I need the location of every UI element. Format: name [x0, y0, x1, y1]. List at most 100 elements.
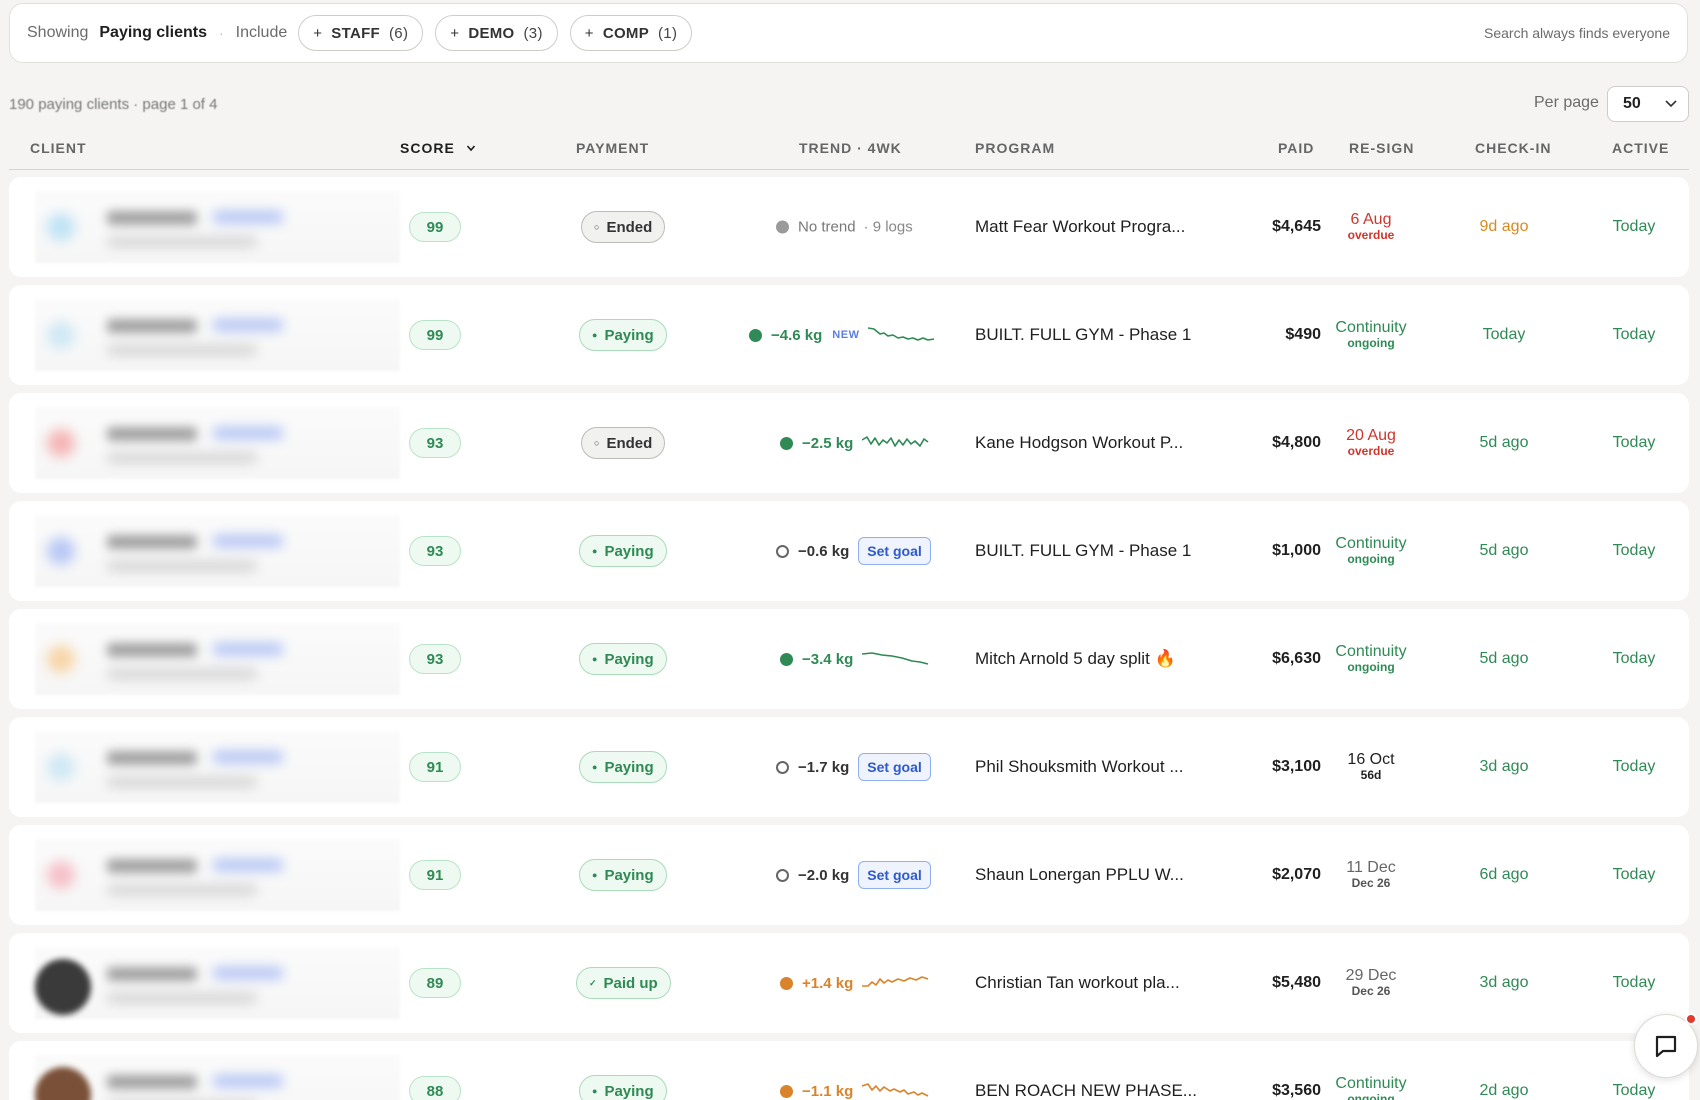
program-name[interactable]: Kane Hodgson Workout P... [975, 433, 1183, 453]
table-row[interactable]: 99 ● Paying −4.6 kg NEW BUILT. FULL GYM - Pha… [9, 285, 1689, 385]
score-badge: 89 [409, 968, 461, 998]
col-checkin[interactable]: CHECK-IN [1475, 140, 1551, 156]
client-cell-redacted[interactable] [35, 515, 400, 587]
col-resign[interactable]: RE-SIGN [1349, 140, 1414, 156]
program-name[interactable]: Phil Shouksmith Workout ... [975, 757, 1184, 777]
set-goal-button[interactable]: Set goal [858, 861, 931, 889]
program-name[interactable]: Mitch Arnold 5 day split 🔥 [975, 649, 1176, 669]
paid-amount: $490 [1285, 326, 1321, 343]
paid-amount: $5,480 [1272, 974, 1321, 991]
table-row[interactable]: 91 ● Paying −2.0 kg Set goal Shaun Lonergan P… [9, 825, 1689, 925]
table-row[interactable]: 88 ● Paying −1.1 kg BEN ROACH NEW PHASE... $3… [9, 1041, 1689, 1100]
trend-value: −3.4 kg [802, 650, 854, 668]
set-goal-button[interactable]: Set goal [858, 753, 931, 781]
per-page-value: 50 [1623, 95, 1641, 112]
payment-status-badge: ● Paying [579, 859, 667, 891]
payment-status-label: Paying [604, 326, 654, 344]
resign-main: 6 Aug [1350, 210, 1392, 228]
weight-trend: −1.1 kg [780, 1082, 930, 1100]
resign-sub: ongoing [1347, 660, 1395, 675]
col-payment[interactable]: PAYMENT [576, 140, 649, 156]
table-row[interactable]: 99 ○ Ended No trend · 9 logs Matt Fear Workou… [9, 177, 1689, 277]
program-name[interactable]: BUILT. FULL GYM - Phase 1 [975, 325, 1191, 345]
col-paid[interactable]: PAID [1278, 140, 1314, 156]
trend-logs: · 9 logs [863, 218, 913, 236]
program-name[interactable]: Matt Fear Workout Progra... [975, 217, 1185, 237]
avatar [47, 321, 75, 349]
client-cell-redacted[interactable] [35, 299, 400, 371]
col-trend[interactable]: TREND · 4WK [799, 140, 902, 156]
avatar [47, 861, 75, 889]
payment-status-badge: ○ Ended [581, 427, 666, 459]
score-badge: 99 [409, 320, 461, 350]
weight-trend: −3.4 kg [780, 650, 930, 668]
status-mark-icon: ● [592, 762, 598, 772]
client-cell-redacted[interactable] [35, 623, 400, 695]
client-cell-redacted[interactable] [35, 407, 400, 479]
resign-sub: 56d [1360, 768, 1382, 783]
payment-status-label: Paid up [603, 974, 658, 992]
paid-amount: $4,800 [1272, 434, 1321, 451]
weight-trend: +1.4 kg [780, 974, 930, 992]
checkin-time: 5d ago [1479, 650, 1529, 667]
col-score[interactable]: SCORE [400, 140, 476, 156]
chat-button[interactable] [1634, 1013, 1698, 1078]
include-demo-chip[interactable]: + DEMO (3) [435, 15, 558, 51]
filter-bar: Showing Paying clients · Include + STAFF… [9, 3, 1688, 63]
program-name[interactable]: BEN ROACH NEW PHASE... [975, 1081, 1197, 1100]
resign-status: 20 Aug overdue [1318, 427, 1424, 459]
table-row[interactable]: 93 ○ Ended −2.5 kg Kane Hodgson Workout P...… [9, 393, 1689, 493]
program-name[interactable]: BUILT. FULL GYM - Phase 1 [975, 541, 1191, 561]
resign-status: Continuity ongoing [1318, 319, 1424, 351]
trend-dot [780, 436, 793, 450]
active-time: Today [1612, 1082, 1656, 1099]
col-program[interactable]: PROGRAM [975, 140, 1055, 156]
paid-amount: $3,100 [1272, 758, 1321, 775]
checkin-time: 5d ago [1479, 434, 1529, 451]
resign-sub: Dec 26 [1351, 876, 1391, 891]
chevron-down-icon [1665, 100, 1677, 108]
new-badge: NEW [832, 329, 860, 341]
weight-trend: −2.0 kg Set goal [776, 861, 931, 889]
include-staff-chip[interactable]: + STAFF (6) [298, 15, 424, 51]
include-comp-chip[interactable]: + COMP (1) [569, 15, 693, 51]
resign-status: Continuity ongoing [1318, 643, 1424, 675]
table-row[interactable]: 93 ● Paying −3.4 kg Mitch Arnold 5 day split… [9, 609, 1689, 709]
avatar [47, 645, 75, 673]
client-cell-redacted[interactable] [35, 191, 400, 263]
table-row[interactable]: 89 ✓ Paid up +1.4 kg Christian Tan workout p… [9, 933, 1689, 1033]
redacted-text [107, 751, 197, 765]
checkin-time: 6d ago [1479, 866, 1529, 883]
resign-main: 11 Dec [1346, 858, 1396, 876]
score-badge: 93 [409, 644, 461, 674]
program-name[interactable]: Shaun Lonergan PPLU W... [975, 865, 1184, 885]
client-cell-redacted[interactable] [35, 1055, 400, 1100]
redacted-text [107, 669, 257, 679]
redacted-text [213, 859, 283, 871]
status-mark-icon: ● [592, 1086, 598, 1096]
table-row[interactable]: 93 ● Paying −0.6 kg Set goal BUILT. FULL GYM … [9, 501, 1689, 601]
col-active[interactable]: ACTIVE [1612, 140, 1669, 156]
trend-value: +1.4 kg [802, 974, 854, 992]
status-mark-icon: ● [592, 330, 598, 340]
per-page-select[interactable]: 50 [1607, 86, 1689, 122]
client-cell-redacted[interactable] [35, 731, 400, 803]
resign-sub: ongoing [1347, 336, 1395, 351]
weight-trend: −0.6 kg Set goal [776, 537, 931, 565]
redacted-text [107, 777, 257, 787]
program-name[interactable]: Christian Tan workout pla... [975, 973, 1180, 993]
sparkline [862, 976, 929, 987]
checkin-time: 5d ago [1479, 542, 1529, 559]
active-time: Today [1612, 326, 1656, 343]
col-client[interactable]: CLIENT [30, 140, 87, 156]
table-row[interactable]: 91 ● Paying −1.7 kg Set goal Phil Shouksmith … [9, 717, 1689, 817]
resign-main: Continuity [1335, 642, 1407, 660]
avatar [35, 1067, 91, 1100]
weight-trend: −2.5 kg [780, 434, 930, 452]
chip-label: STAFF [331, 24, 381, 42]
client-cell-redacted[interactable] [35, 947, 400, 1019]
set-goal-button[interactable]: Set goal [858, 537, 931, 565]
trend-value: −2.5 kg [802, 434, 854, 452]
active-time: Today [1612, 758, 1656, 775]
client-cell-redacted[interactable] [35, 839, 400, 911]
